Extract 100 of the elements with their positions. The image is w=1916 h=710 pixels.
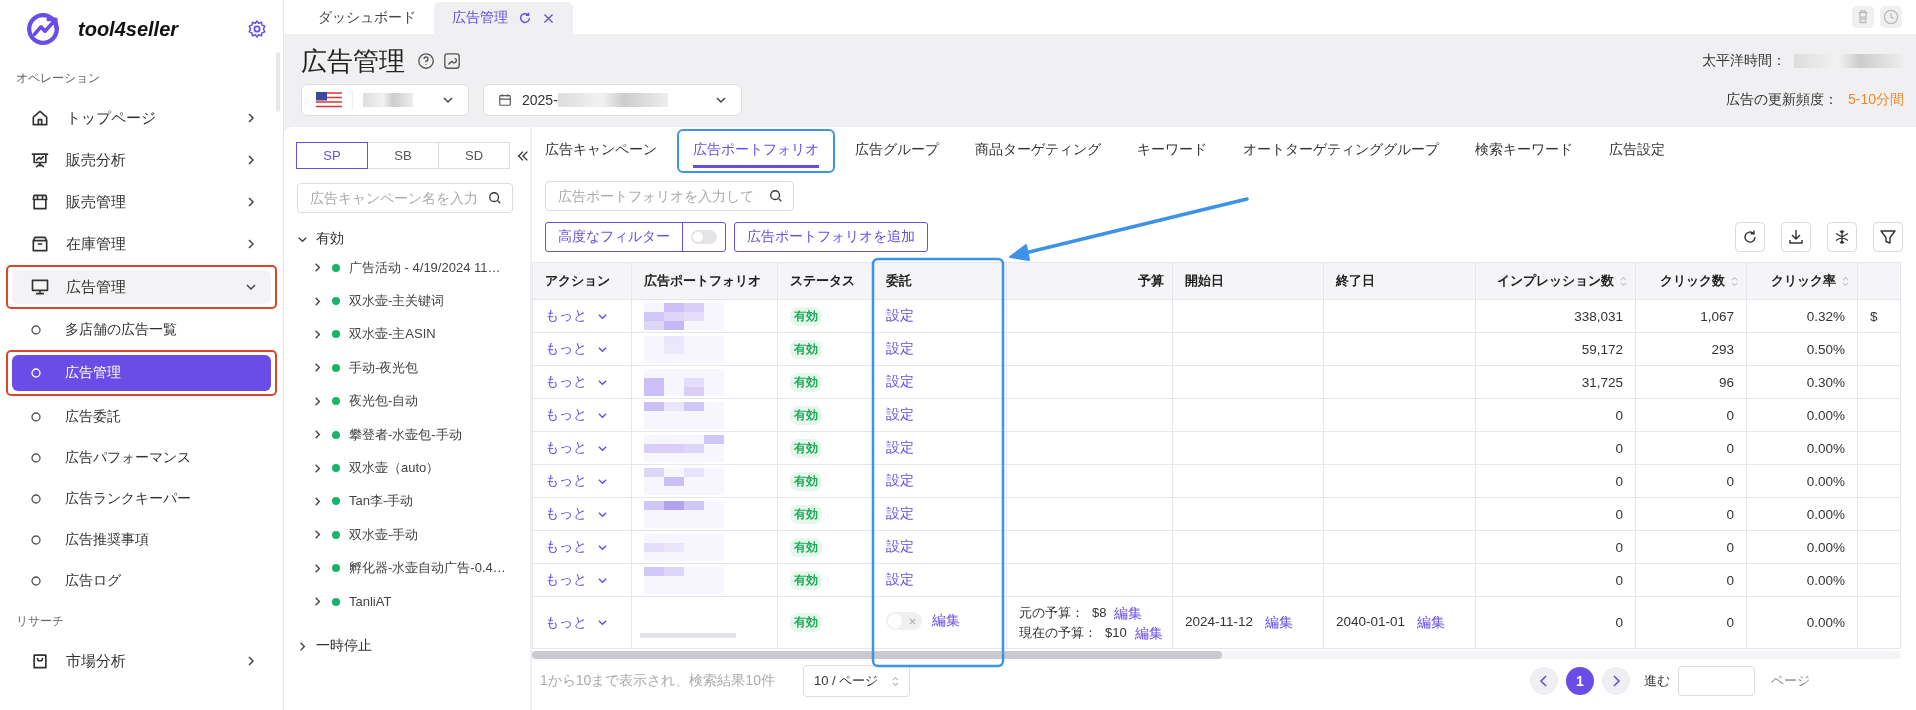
page-tab[interactable]: 広告管理 xyxy=(434,2,573,34)
nav-item[interactable]: 市場分析 xyxy=(12,644,271,678)
ad-type-tab[interactable]: SD xyxy=(438,142,510,169)
table-cell: 0 xyxy=(1615,440,1623,456)
add-portfolio-button[interactable]: 広告ポートフォリオを追加 xyxy=(734,221,928,252)
campaign-item[interactable]: 攀登者-水壶包-手动 xyxy=(297,417,530,452)
settings-link[interactable]: 設定 xyxy=(886,571,914,587)
edit-link[interactable]: 編集 xyxy=(932,612,960,630)
status-tag: 有効 xyxy=(790,471,822,491)
nav-subitem[interactable]: 多店舗の広告一覧 xyxy=(12,313,271,346)
close-icon[interactable] xyxy=(542,11,555,25)
date-range-picker[interactable]: 2025- xyxy=(483,84,742,116)
circle-icon xyxy=(31,575,41,586)
campaign-item[interactable]: TanliAT xyxy=(297,584,530,619)
view-tab[interactable]: オートターゲティンググループ xyxy=(1243,131,1439,171)
previous-page-icon[interactable] xyxy=(1530,667,1558,695)
nav-item[interactable]: 広告管理 xyxy=(12,270,271,304)
nav-subitem[interactable]: 広告推奨事項 xyxy=(12,523,271,556)
nav-subitem[interactable]: 広告管理 xyxy=(12,355,271,391)
help-icon[interactable] xyxy=(417,52,435,70)
budget-label: 元の予算： xyxy=(1019,603,1084,622)
page-title: 広告管理 xyxy=(301,44,405,78)
settings-link[interactable]: 設定 xyxy=(886,472,914,488)
nav-subitem[interactable]: 広告委託 xyxy=(12,400,271,433)
view-tab[interactable]: 広告グループ xyxy=(855,131,939,171)
status-dot-icon xyxy=(332,564,340,573)
settings-link[interactable]: 設定 xyxy=(886,505,914,521)
view-tab[interactable]: 商品ターゲティング xyxy=(975,131,1101,171)
table-cell: 0.32% xyxy=(1806,308,1845,324)
chevron-down-icon xyxy=(715,94,727,106)
campaign-item[interactable]: 孵化器-水壶自动广告-0.4… xyxy=(297,551,530,585)
page-button[interactable]: 1 xyxy=(1566,667,1594,695)
table-cell: 0 xyxy=(1726,506,1734,522)
table-cell: 0 xyxy=(1615,539,1623,555)
settings-link[interactable]: 設定 xyxy=(886,340,914,356)
page-size-select[interactable]: 10 / ページ xyxy=(802,665,911,697)
refresh-icon[interactable] xyxy=(518,11,532,25)
filter-icon[interactable] xyxy=(1873,221,1903,252)
nav-item[interactable]: トップページ xyxy=(12,101,271,135)
page-tab[interactable]: ダッシュボード xyxy=(300,2,434,34)
download-icon[interactable] xyxy=(1781,221,1811,252)
campaign-item[interactable]: 双水壶（auto） xyxy=(297,451,530,485)
table-cell: 0 xyxy=(1615,506,1623,522)
campaign-item[interactable]: 手动-夜光包 xyxy=(297,351,530,385)
circle-icon xyxy=(31,493,41,504)
status-tag: 有効 xyxy=(790,537,822,557)
nav-item[interactable]: 販売管理 xyxy=(12,185,271,219)
edit-link[interactable]: 編集 xyxy=(1265,613,1294,632)
settings-link[interactable]: 設定 xyxy=(886,307,914,323)
table-cell: 0.00% xyxy=(1806,539,1845,555)
chevron-right-icon xyxy=(245,154,257,166)
budget-value: $8 xyxy=(1092,603,1107,622)
nav-icon xyxy=(30,277,50,297)
settings-link[interactable]: 設定 xyxy=(886,406,914,422)
toggle-switch[interactable] xyxy=(691,229,717,244)
next-page-icon[interactable] xyxy=(1602,667,1630,695)
edit-link[interactable]: 編集 xyxy=(1417,613,1446,632)
column-header: 予算 xyxy=(1006,262,1173,300)
ad-type-tab[interactable]: SP xyxy=(296,142,368,169)
column-header: クリック率 xyxy=(1746,262,1858,300)
nav-subitem[interactable]: 広告ランクキーパー xyxy=(12,482,271,515)
settings-link[interactable]: 設定 xyxy=(886,373,914,389)
status-tag: 有効 xyxy=(790,405,822,425)
campaign-item[interactable]: 广告活动 - 4/19/2024 11… xyxy=(297,251,530,285)
view-tab[interactable]: 広告キャンペーン xyxy=(545,131,657,171)
settings-icon[interactable] xyxy=(247,19,267,39)
flag-icon xyxy=(316,92,342,108)
chevron-icon xyxy=(312,495,323,507)
page-number-field[interactable] xyxy=(1678,666,1755,696)
view-tab[interactable]: 広告設定 xyxy=(1609,131,1665,171)
scrollbar-thumb[interactable] xyxy=(532,651,1222,659)
view-tab[interactable]: キーワード xyxy=(1137,131,1207,171)
campaign-item[interactable]: 夜光包-自动 xyxy=(297,384,530,418)
toggle-switch[interactable] xyxy=(886,612,922,630)
chevron-down-icon xyxy=(597,617,608,628)
snowflake-icon[interactable] xyxy=(1827,221,1857,252)
status-dot-icon xyxy=(332,397,340,406)
portfolio-search-field[interactable]: 広告ポートフォリオを入力して xyxy=(545,181,794,211)
table-cell: 0.50% xyxy=(1806,341,1845,357)
nav-item[interactable]: 販売分析 xyxy=(12,143,271,177)
edit-link[interactable]: 編集 xyxy=(1134,622,1163,643)
view-tab[interactable]: 検索キーワード xyxy=(1475,131,1573,171)
settings-link[interactable]: 設定 xyxy=(886,538,914,554)
ad-type-tab[interactable]: SB xyxy=(367,142,439,169)
marketplace-select[interactable] xyxy=(301,84,469,116)
tree-group[interactable]: 一時停止 xyxy=(297,634,530,659)
campaign-search-field[interactable]: 広告キャンペーン名を入力 xyxy=(297,183,513,213)
nav-subitem[interactable]: 広告ログ xyxy=(12,564,271,597)
logo-icon xyxy=(26,12,60,46)
tree-group[interactable]: 有効 xyxy=(297,227,530,251)
nav-subitem[interactable]: 広告パフォーマンス xyxy=(12,441,271,474)
campaign-item[interactable]: 双水壶-手动 xyxy=(297,518,530,552)
campaign-item[interactable]: 双水壶-主ASIN xyxy=(297,317,530,352)
advanced-filter-control[interactable]: 高度なフィルター xyxy=(545,221,726,252)
settings-link[interactable]: 設定 xyxy=(886,439,914,455)
campaign-item[interactable]: Tan李-手动 xyxy=(297,484,530,519)
view-tab[interactable]: 広告ポートフォリオ xyxy=(693,135,819,168)
edit-link[interactable]: 編集 xyxy=(1114,602,1143,623)
nav-item[interactable]: 在庫管理 xyxy=(12,227,271,261)
campaign-item[interactable]: 双水壶-主关键词 xyxy=(297,284,530,318)
